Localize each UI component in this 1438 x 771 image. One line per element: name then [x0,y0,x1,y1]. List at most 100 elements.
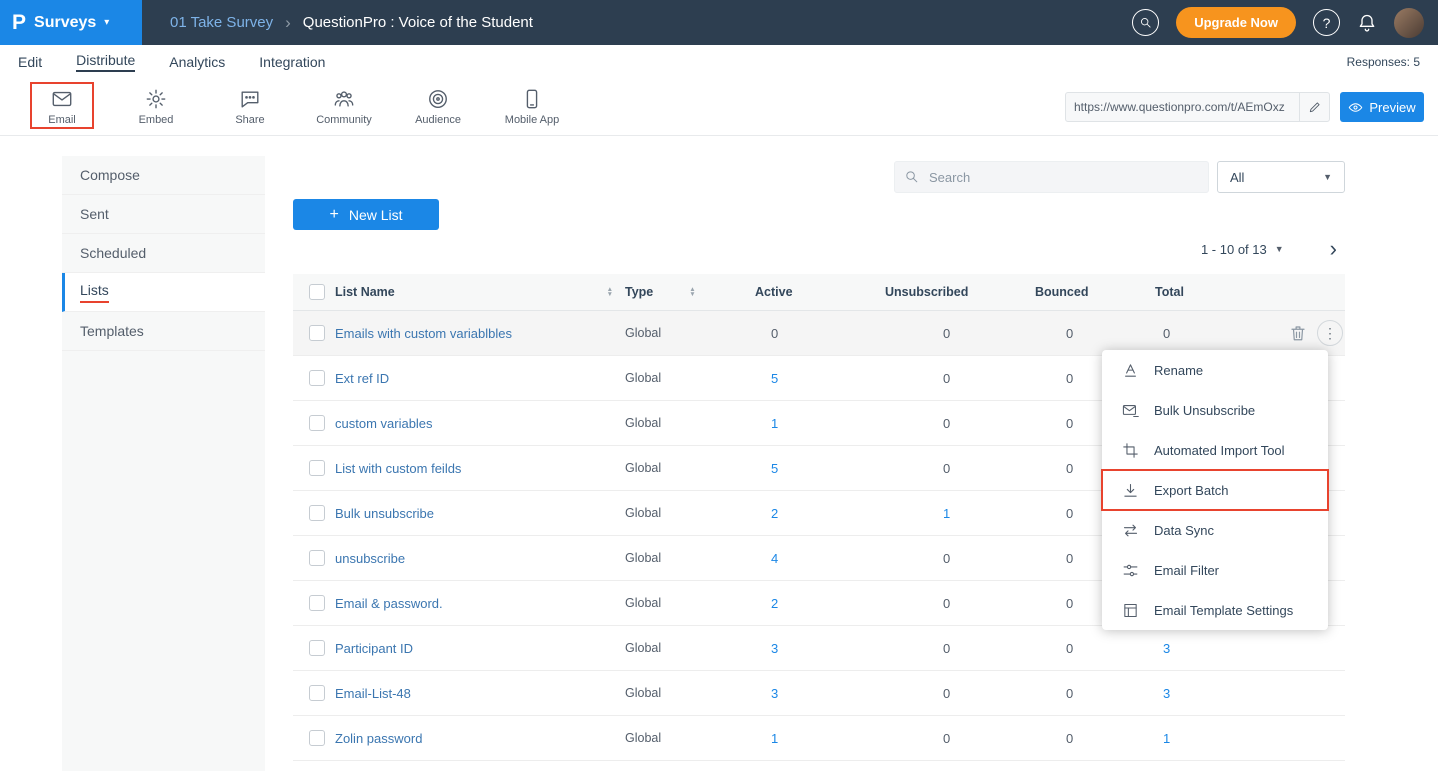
unsubscribed-count[interactable]: 0 [865,596,1035,611]
tab-distribute[interactable]: Distribute [76,52,135,72]
list-name-link[interactable]: Email-List-48 [335,686,411,701]
list-type: Global [625,731,735,745]
preview-button[interactable]: Preview [1340,92,1424,122]
chevron-down-icon: ▾ [104,17,109,28]
total-count[interactable]: 0 [1155,326,1275,341]
active-count[interactable]: 3 [735,686,865,701]
active-count[interactable]: 1 [735,416,865,431]
unsubscribed-count[interactable]: 1 [865,506,1035,521]
table-row[interactable]: Email-List-48 Global 3 0 0 3 ⋮ [293,671,1345,716]
context-menu-item[interactable]: Data Sync [1102,510,1328,550]
surveys-product-menu[interactable]: P Surveys ▾ [0,0,142,45]
context-menu-item[interactable]: Email Filter [1102,550,1328,590]
channel-item[interactable]: Share [218,88,282,126]
channel-item[interactable]: Email [30,88,94,126]
channel-item[interactable]: Community [312,88,376,126]
sort-icon[interactable]: ▲▼ [689,287,695,297]
row-checkbox[interactable] [309,550,325,566]
total-count[interactable]: 1 [1155,731,1275,746]
bounced-count[interactable]: 0 [1035,731,1155,746]
row-checkbox[interactable] [309,685,325,701]
search-icon[interactable] [1132,9,1159,36]
kebab-menu-icon[interactable]: ⋮ [1317,320,1343,346]
list-name-link[interactable]: Bulk unsubscribe [335,506,434,521]
column-header-unsubscribed: Unsubscribed [865,285,1035,299]
context-menu-item-label: Data Sync [1154,523,1214,538]
bounced-count[interactable]: 0 [1035,326,1155,341]
list-name-link[interactable]: Email & password. [335,596,443,611]
row-checkbox[interactable] [309,730,325,746]
channel-item[interactable]: Embed [124,88,188,126]
sidebar-item[interactable]: Sent [62,195,265,234]
table-row[interactable]: Zolin password Global 1 0 0 1 ⋮ [293,716,1345,761]
list-name-link[interactable]: Zolin password [335,731,422,746]
row-checkbox[interactable] [309,640,325,656]
unsubscribed-count[interactable]: 0 [865,731,1035,746]
search-box [894,161,1209,193]
list-name-link[interactable]: Ext ref ID [335,371,389,386]
row-checkbox[interactable] [309,415,325,431]
delete-trash-icon[interactable] [1289,324,1307,342]
context-menu-item[interactable]: Bulk Unsubscribe [1102,390,1328,430]
unsubscribed-count[interactable]: 0 [865,551,1035,566]
unsubscribed-count[interactable]: 0 [865,461,1035,476]
list-name-link[interactable]: Participant ID [335,641,413,656]
active-count[interactable]: 3 [735,641,865,656]
context-menu-item[interactable]: Export Batch [1102,470,1328,510]
user-avatar[interactable] [1394,8,1424,38]
unsubscribed-count[interactable]: 0 [865,416,1035,431]
active-count[interactable]: 2 [735,596,865,611]
list-name-link[interactable]: Emails with custom variablbles [335,326,512,341]
table-row[interactable]: Participant ID Global 3 0 0 3 ⋮ [293,626,1345,671]
notifications-bell-icon[interactable] [1357,13,1377,33]
edit-url-pencil-icon[interactable] [1299,93,1329,121]
context-menu-item[interactable]: Automated Import Tool [1102,430,1328,470]
total-count[interactable]: 3 [1155,641,1275,656]
preview-label: Preview [1369,100,1415,115]
active-count[interactable]: 5 [735,461,865,476]
sidebar-item[interactable]: Lists [62,273,265,312]
breadcrumb-survey-link[interactable]: 01 Take Survey [170,14,273,31]
row-checkbox[interactable] [309,460,325,476]
list-type: Global [625,416,735,430]
unsubscribed-count[interactable]: 0 [865,326,1035,341]
tab-integration[interactable]: Integration [259,54,325,70]
list-name-link[interactable]: custom variables [335,416,433,431]
select-all-checkbox[interactable] [309,284,325,300]
tab-edit[interactable]: Edit [18,54,42,70]
row-checkbox[interactable] [309,595,325,611]
row-checkbox[interactable] [309,325,325,341]
next-page-chevron[interactable]: › [1330,240,1337,258]
sidebar-item[interactable]: Scheduled [62,234,265,273]
active-count[interactable]: 2 [735,506,865,521]
pagination-range-dropdown[interactable]: 1 - 10 of 13 ▼ [1201,242,1284,257]
row-checkbox[interactable] [309,370,325,386]
filter-dropdown[interactable]: All ▼ [1217,161,1345,193]
channel-item[interactable]: Mobile App [500,88,564,126]
unsubscribed-count[interactable]: 0 [865,641,1035,656]
new-list-button[interactable]: + New List [293,199,439,230]
active-count[interactable]: 1 [735,731,865,746]
bounced-count[interactable]: 0 [1035,686,1155,701]
active-count[interactable]: 4 [735,551,865,566]
row-checkbox[interactable] [309,505,325,521]
list-name-link[interactable]: List with custom feilds [335,461,461,476]
channel-item[interactable]: Audience [406,88,470,126]
unsubscribed-count[interactable]: 0 [865,371,1035,386]
tab-analytics[interactable]: Analytics [169,54,225,70]
total-count[interactable]: 3 [1155,686,1275,701]
active-count[interactable]: 5 [735,371,865,386]
unsubscribed-count[interactable]: 0 [865,686,1035,701]
list-name-link[interactable]: unsubscribe [335,551,405,566]
context-menu-item[interactable]: Rename [1102,350,1328,390]
context-menu-item[interactable]: Email Template Settings [1102,590,1328,630]
context-menu-item-label: Rename [1154,363,1203,378]
sort-icon[interactable]: ▲▼ [607,287,613,297]
active-count[interactable]: 0 [735,326,865,341]
search-input[interactable] [894,161,1209,193]
help-icon[interactable]: ? [1313,9,1340,36]
sidebar-item[interactable]: Compose [62,156,265,195]
bounced-count[interactable]: 0 [1035,641,1155,656]
upgrade-button[interactable]: Upgrade Now [1176,7,1296,38]
sidebar-item[interactable]: Templates [62,312,265,351]
